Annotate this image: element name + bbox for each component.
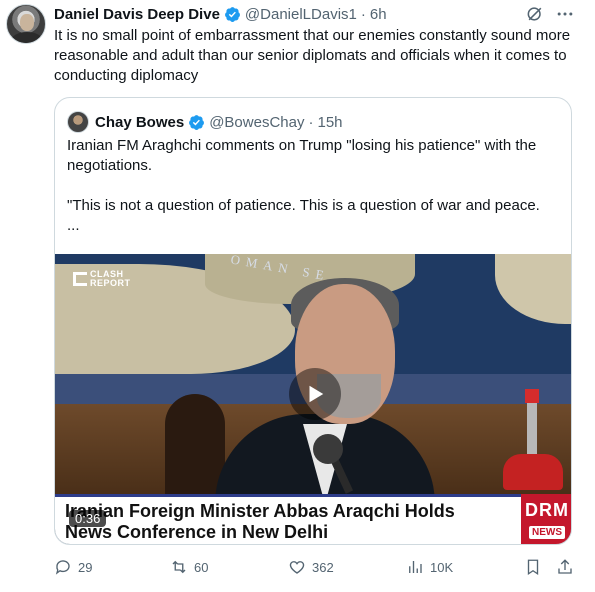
repost-count: 60	[194, 559, 209, 575]
video-duration: 0:36	[69, 510, 107, 527]
more-icon[interactable]	[555, 4, 575, 24]
quoted-author-name[interactable]: Chay Bowes	[95, 114, 184, 131]
reply-button[interactable]: 29	[54, 558, 92, 576]
share-button[interactable]	[556, 558, 574, 576]
microphone-tip	[525, 389, 539, 403]
news-banner: Iranian Foreign Minister Abbas Araqchi H…	[55, 494, 571, 544]
drm-logo-line1: DRM	[525, 500, 569, 520]
reply-count: 29	[78, 559, 93, 575]
author-avatar[interactable]	[6, 4, 46, 44]
bookmark-button[interactable]	[524, 558, 542, 576]
separator-dot: ·	[360, 5, 366, 23]
views-button[interactable]: 10K	[406, 558, 453, 576]
verified-icon	[224, 6, 240, 22]
post-time[interactable]: 6h	[370, 6, 387, 23]
verified-icon	[189, 114, 205, 130]
share-icon	[558, 559, 572, 574]
grok-icon[interactable]	[525, 4, 545, 24]
action-bar: 29 60 362 10K	[54, 556, 574, 580]
heart-icon	[289, 561, 305, 574]
separator-dot: ·	[308, 113, 314, 131]
drm-mic-flag	[503, 454, 563, 490]
play-icon	[309, 385, 324, 403]
reply-icon	[55, 560, 70, 575]
drm-logo-line2: NEWS	[529, 526, 565, 539]
video-player[interactable]: OMAN SE CLASH REPORT Iranian Foreign Min…	[55, 254, 571, 544]
news-banner-text: Iranian Foreign Minister Abbas Araqchi H…	[65, 501, 455, 542]
quoted-text-line2: "This is not a question of patience. Thi…	[67, 197, 540, 214]
quoted-text-ellipsis: ...	[67, 217, 80, 234]
avatar-face	[20, 14, 34, 31]
quoted-author-handle[interactable]: @BowesChay	[209, 114, 304, 131]
author-name[interactable]: Daniel Davis Deep Dive	[54, 6, 220, 23]
microphone	[313, 434, 343, 464]
like-button[interactable]: 362	[288, 558, 334, 576]
bookmark-icon	[527, 559, 539, 576]
quoted-text-line1: Iranian FM Araghchi comments on Trump "l…	[67, 137, 537, 174]
views-icon	[409, 561, 422, 573]
map-land	[495, 254, 571, 324]
tweet: Daniel Davis Deep Dive @DanielLDavis1 · …	[0, 0, 595, 592]
clash-report-logo: CLASH REPORT	[73, 270, 131, 288]
author-handle[interactable]: @DanielLDavis1	[245, 6, 357, 23]
tweet-text: It is no small point of embarrassment th…	[54, 27, 571, 84]
clash-logo-line2: REPORT	[90, 278, 131, 288]
quoted-text: Iranian FM Araghchi comments on Trump "l…	[67, 136, 562, 236]
play-button[interactable]	[289, 368, 341, 420]
quoted-avatar[interactable]	[67, 111, 89, 133]
clash-logo-mark	[73, 272, 87, 286]
like-count: 362	[312, 559, 334, 575]
avatar-shoulders	[11, 32, 43, 43]
tweet-header: Daniel Davis Deep Dive @DanielLDavis1 · …	[54, 4, 575, 24]
quoted-tweet[interactable]: Chay Bowes @BowesChay · 15h Iranian FM A…	[54, 97, 572, 545]
quoted-time[interactable]: 15h	[317, 114, 342, 131]
quoted-header: Chay Bowes @BowesChay · 15h	[67, 110, 343, 134]
top-icons	[525, 4, 575, 24]
repost-icon	[172, 560, 186, 574]
drm-news-logo: DRM NEWS	[521, 494, 571, 544]
views-count: 10K	[430, 559, 454, 575]
repost-button[interactable]: 60	[170, 558, 208, 576]
